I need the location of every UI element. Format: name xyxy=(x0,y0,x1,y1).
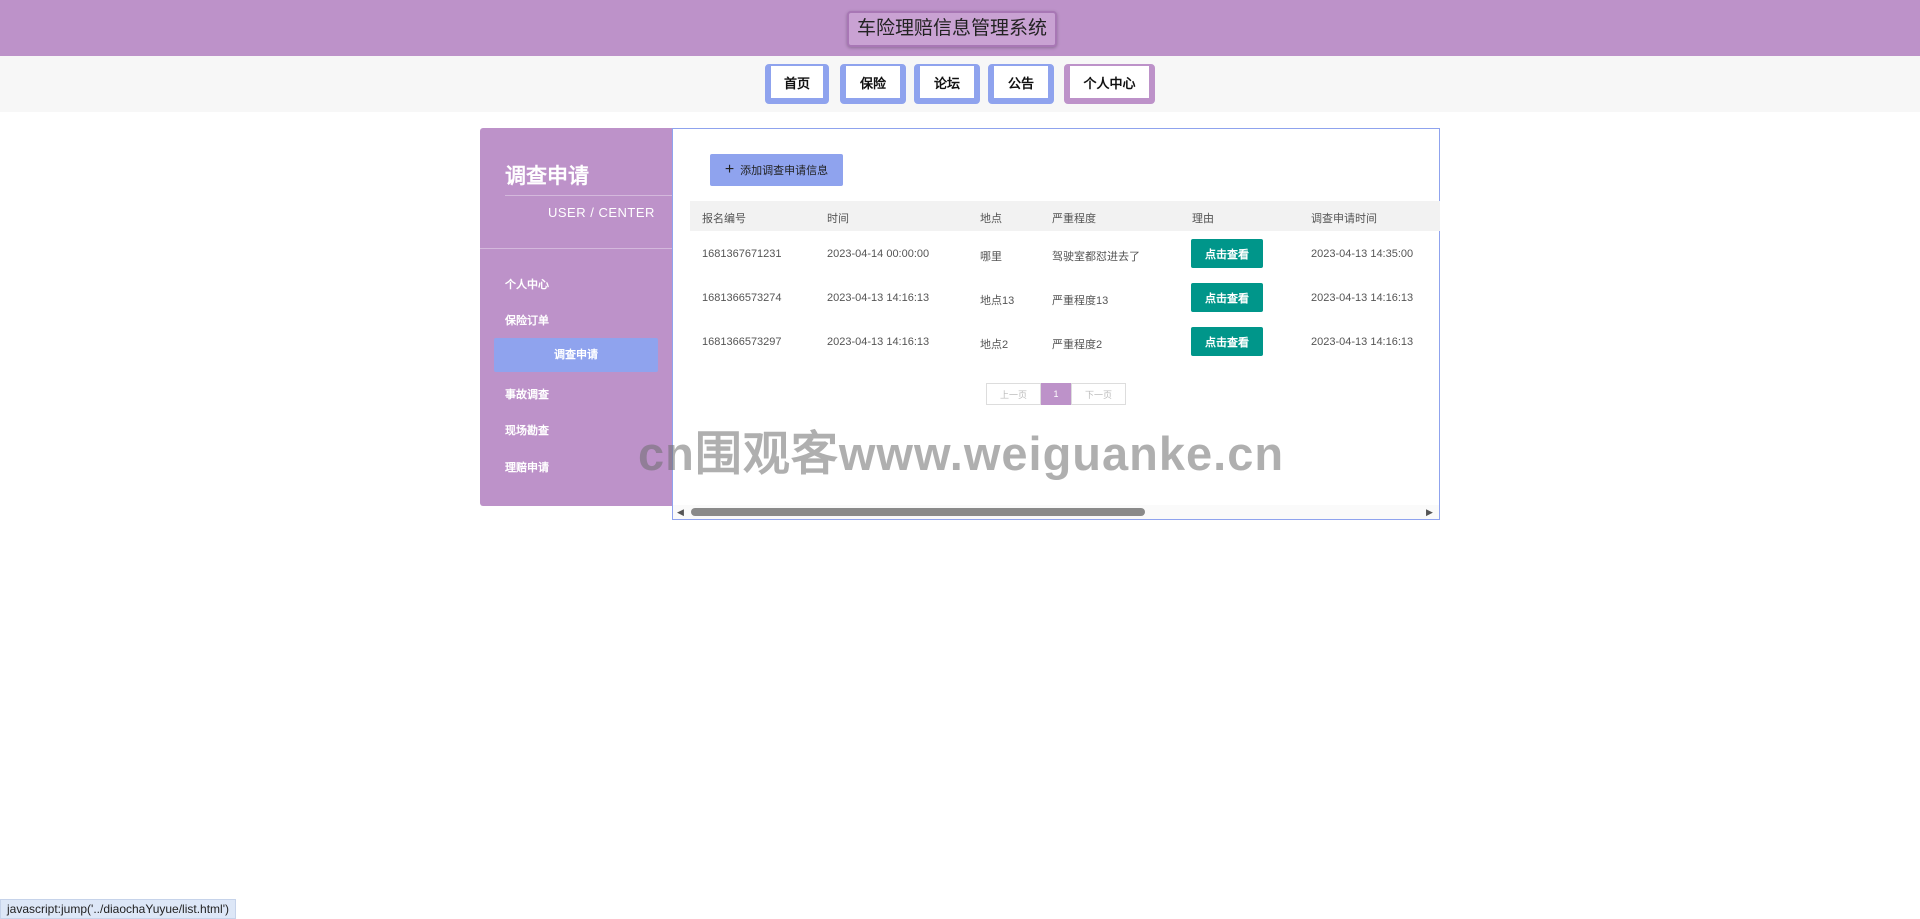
horizontal-scrollbar[interactable]: ◀ ▶ xyxy=(673,505,1439,519)
sidebar-item-site-inspection[interactable]: 现场勘查 xyxy=(505,422,549,438)
column-header-reason: 理由 xyxy=(1192,213,1214,225)
cell-time: 2023-04-14 00:00:00 xyxy=(827,248,930,260)
nav-tab-user-center[interactable]: 个人中心 xyxy=(1064,64,1155,104)
sidebar-item-survey-application[interactable]: 调查申请 xyxy=(494,338,658,372)
add-survey-button[interactable]: + 添加调查申请信息 xyxy=(710,154,843,186)
status-bar-url: javascript:jump('../diaochaYuyue/list.ht… xyxy=(0,899,237,919)
add-survey-button-label: 添加调查申请信息 xyxy=(740,165,829,177)
prev-page-button[interactable]: 上一页 xyxy=(986,383,1041,405)
table-header: 报名编号 时间 地点 严重程度 理由 调查申请时间 xyxy=(690,201,1440,231)
table-row: 1681366573297 2023-04-13 14:16:13 地点2 严重… xyxy=(690,320,1440,364)
view-reason-button[interactable]: 点击查看 xyxy=(1191,327,1263,356)
cell-apply-time: 2023-04-13 14:35:00 xyxy=(1311,248,1414,260)
scroll-left-arrow-icon[interactable]: ◀ xyxy=(677,507,684,518)
watermark: cn围观客www.weiguanke.cn xyxy=(638,427,1285,480)
next-page-button[interactable]: 下一页 xyxy=(1071,383,1126,405)
nav-tab-insurance[interactable]: 保险 xyxy=(840,64,906,104)
column-header-id: 报名编号 xyxy=(702,213,746,225)
divider xyxy=(480,248,672,249)
cell-time: 2023-04-13 14:16:13 xyxy=(827,336,930,348)
column-header-apply-time: 调查申请时间 xyxy=(1311,213,1377,225)
cell-apply-time: 2023-04-13 14:16:13 xyxy=(1311,292,1414,304)
nav-tab-forum[interactable]: 论坛 xyxy=(914,64,980,104)
table-row: 1681367671231 2023-04-14 00:00:00 哪里 驾驶室… xyxy=(690,232,1440,276)
scrollbar-thumb[interactable] xyxy=(691,508,1145,516)
nav-tab-notice[interactable]: 公告 xyxy=(988,64,1054,104)
view-reason-button[interactable]: 点击查看 xyxy=(1191,239,1263,268)
cell-id: 1681366573274 xyxy=(702,292,782,304)
column-header-time: 时间 xyxy=(827,213,849,225)
cell-id: 1681366573297 xyxy=(702,336,782,348)
cell-place: 哪里 xyxy=(980,251,1002,263)
sidebar-item-claim-application[interactable]: 理赔申请 xyxy=(505,459,549,475)
cell-place: 地点13 xyxy=(980,295,1015,307)
cell-apply-time: 2023-04-13 14:16:13 xyxy=(1311,336,1414,348)
sidebar-item-insurance-orders[interactable]: 保险订单 xyxy=(505,312,549,328)
column-header-severity: 严重程度 xyxy=(1052,213,1096,225)
cell-id: 1681367671231 xyxy=(702,248,782,260)
table-row: 1681366573274 2023-04-13 14:16:13 地点13 严… xyxy=(690,276,1440,320)
cell-severity: 严重程度2 xyxy=(1052,339,1103,351)
view-reason-button[interactable]: 点击查看 xyxy=(1191,283,1263,312)
plus-icon: + xyxy=(724,161,735,178)
pagination: 上一页 1 下一页 xyxy=(986,383,1126,405)
column-header-place: 地点 xyxy=(980,213,1002,225)
cell-severity: 驾驶室都怼进去了 xyxy=(1052,251,1140,263)
app-header: 车险理赔信息管理系统 xyxy=(0,0,1920,56)
sidebar-title: 调查申请 xyxy=(505,165,589,188)
nav-tab-home[interactable]: 首页 xyxy=(765,64,829,104)
app-title: 车险理赔信息管理系统 xyxy=(847,11,1058,47)
sidebar-item-user-center[interactable]: 个人中心 xyxy=(505,276,549,292)
divider xyxy=(505,195,672,196)
cell-time: 2023-04-13 14:16:13 xyxy=(827,292,930,304)
cell-place: 地点2 xyxy=(980,339,1009,351)
page-1-button[interactable]: 1 xyxy=(1041,383,1071,405)
cell-severity: 严重程度13 xyxy=(1052,295,1109,307)
scroll-right-arrow-icon[interactable]: ▶ xyxy=(1426,507,1433,518)
sidebar-subtitle: USER / CENTER xyxy=(548,205,655,220)
sidebar-item-accident-survey[interactable]: 事故调查 xyxy=(505,386,549,402)
